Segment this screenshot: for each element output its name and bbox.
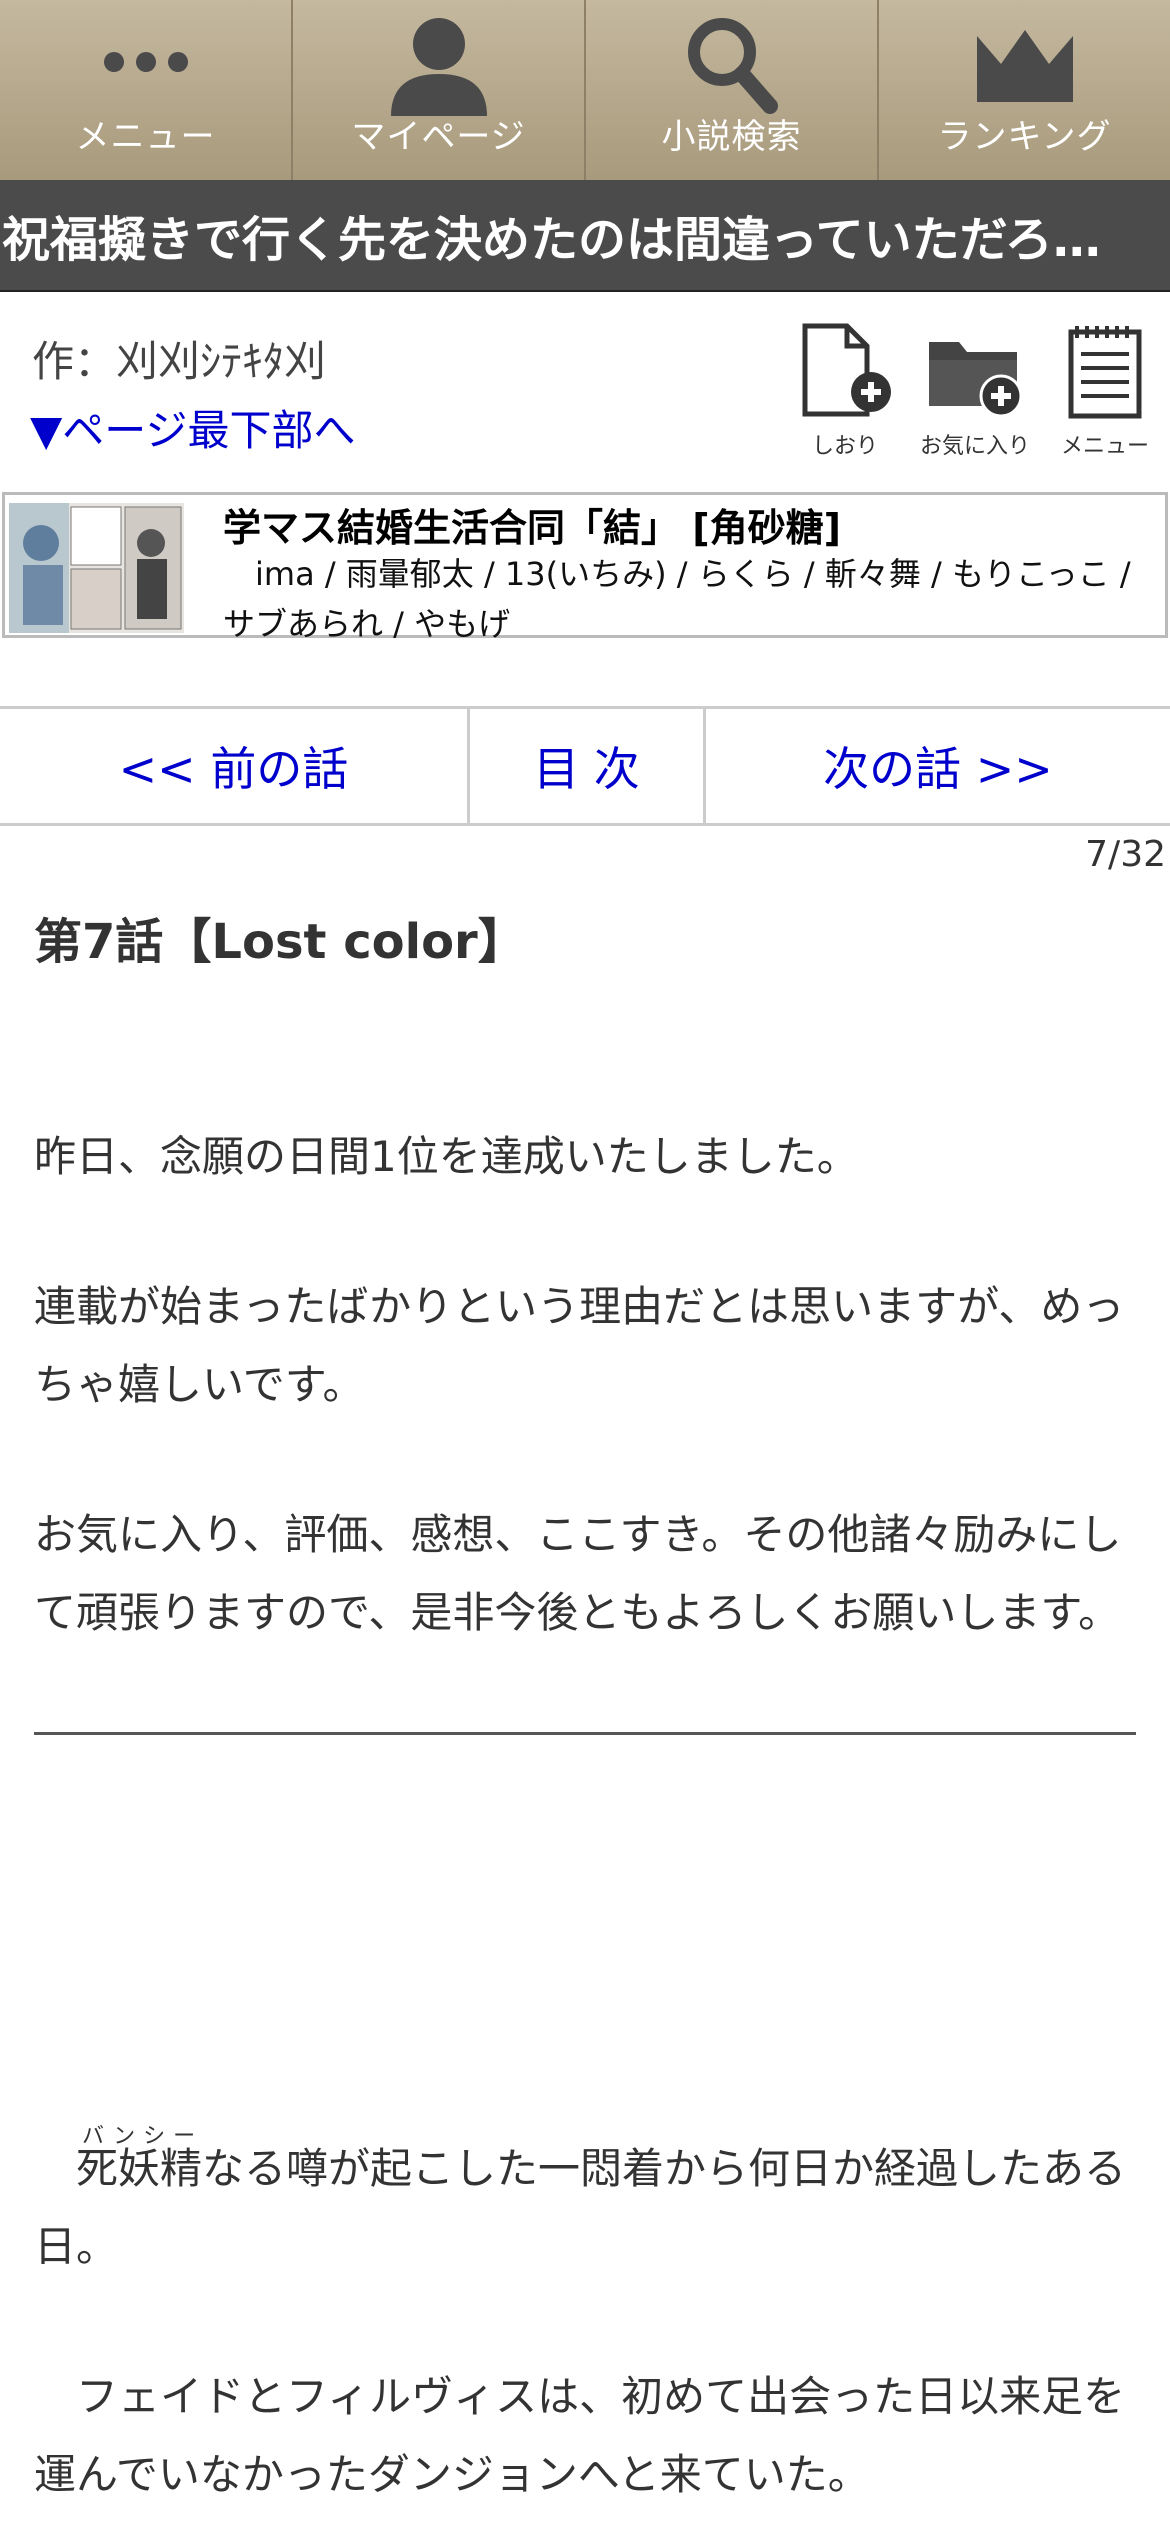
menu-tool-button[interactable]: メニュー — [1050, 322, 1160, 460]
novel-title[interactable]: 祝福擬きで行く先を決めたのは間違っていただろ… — [0, 200, 1101, 270]
foreword-divider — [34, 1732, 1136, 1735]
ad-authors: ima / 雨暈郁太 / 13(いちみ) / らくら / 斬々舞 / もりこっこ… — [223, 555, 1131, 643]
nav-ranking-button[interactable]: ランキング — [879, 0, 1170, 180]
toc-link[interactable]: 目 次 — [470, 709, 706, 823]
ad-banner[interactable]: 学マス結婚生活合同「結」 [角砂糖] ima / 雨暈郁太 / 13(いちみ) … — [2, 492, 1168, 643]
menu-tool-label: メニュー — [1060, 434, 1149, 459]
bookmark-button[interactable]: しおり — [790, 322, 900, 460]
dots-icon — [103, 52, 188, 72]
chapter-nav: << 前の話 目 次 次の話 >> — [0, 706, 1170, 826]
chapter-title: 第7話【Lost color】 — [34, 914, 526, 970]
body-paragraph: フェイドとフィルヴィスは、初めて出会った日以来足を運んでいなかったダンジョンへと… — [34, 2372, 1126, 2499]
nav-mypage-button[interactable]: マイページ — [293, 0, 586, 180]
ad-cover-image — [9, 503, 184, 633]
foreword-paragraph: 昨日、念願の日間1位を達成いたしました。 — [34, 1132, 859, 1181]
person-icon — [390, 18, 487, 116]
nav-ranking-label: ランキング — [937, 117, 1112, 157]
nav-search-button[interactable]: 小説検索 — [586, 0, 879, 180]
next-chapter-link[interactable]: 次の話 >> — [706, 709, 1170, 823]
crown-icon — [976, 30, 1073, 102]
nav-menu-label: メニュー — [75, 117, 216, 157]
folder-add-icon — [929, 342, 1023, 418]
prev-chapter-link[interactable]: << 前の話 — [0, 709, 470, 823]
favorite-label: お気に入り — [920, 434, 1031, 459]
jump-to-bottom-link[interactable]: ▼ページ最下部へ — [30, 397, 355, 458]
author-name[interactable]: 作：刈刈ｼﾃｷﾀ刈 — [32, 328, 326, 389]
page-counter: 7/32 — [1085, 834, 1166, 875]
bookmark-label: しおり — [811, 434, 878, 459]
foreword-paragraph: 連載が始まったばかりという理由だとは思いますが、めっちゃ嬉しいです。 — [34, 1282, 1125, 1409]
search-icon — [687, 18, 778, 114]
tool-buttons: しおり お気に入り メニュー — [790, 322, 1160, 460]
body-paragraph: 死妖精なる噂が起こした一悶着から何日か経過したある日。 — [34, 2144, 1127, 2271]
foreword-paragraph: お気に入り、評価、感想、ここすき。その他諸々励みにして頑張りますので、是非今後と… — [34, 1510, 1122, 1637]
favorite-button[interactable]: お気に入り — [920, 322, 1030, 460]
top-nav: メニュー マイページ 小説検索 ランキング — [0, 0, 1170, 180]
novel-header: 作：刈刈ｼﾃｷﾀ刈 ▼ページ最下部へ しおり お気に入り メニュー — [0, 292, 1170, 492]
bookmark-add-icon — [802, 323, 891, 417]
ad-title[interactable]: 学マス結婚生活合同「結」 [角砂糖] — [223, 497, 841, 552]
novel-title-bar: 祝福擬きで行く先を決めたのは間違っていただろ… — [0, 180, 1170, 292]
notepad-menu-icon — [1068, 326, 1142, 419]
nav-menu-button[interactable]: メニュー — [0, 0, 293, 180]
